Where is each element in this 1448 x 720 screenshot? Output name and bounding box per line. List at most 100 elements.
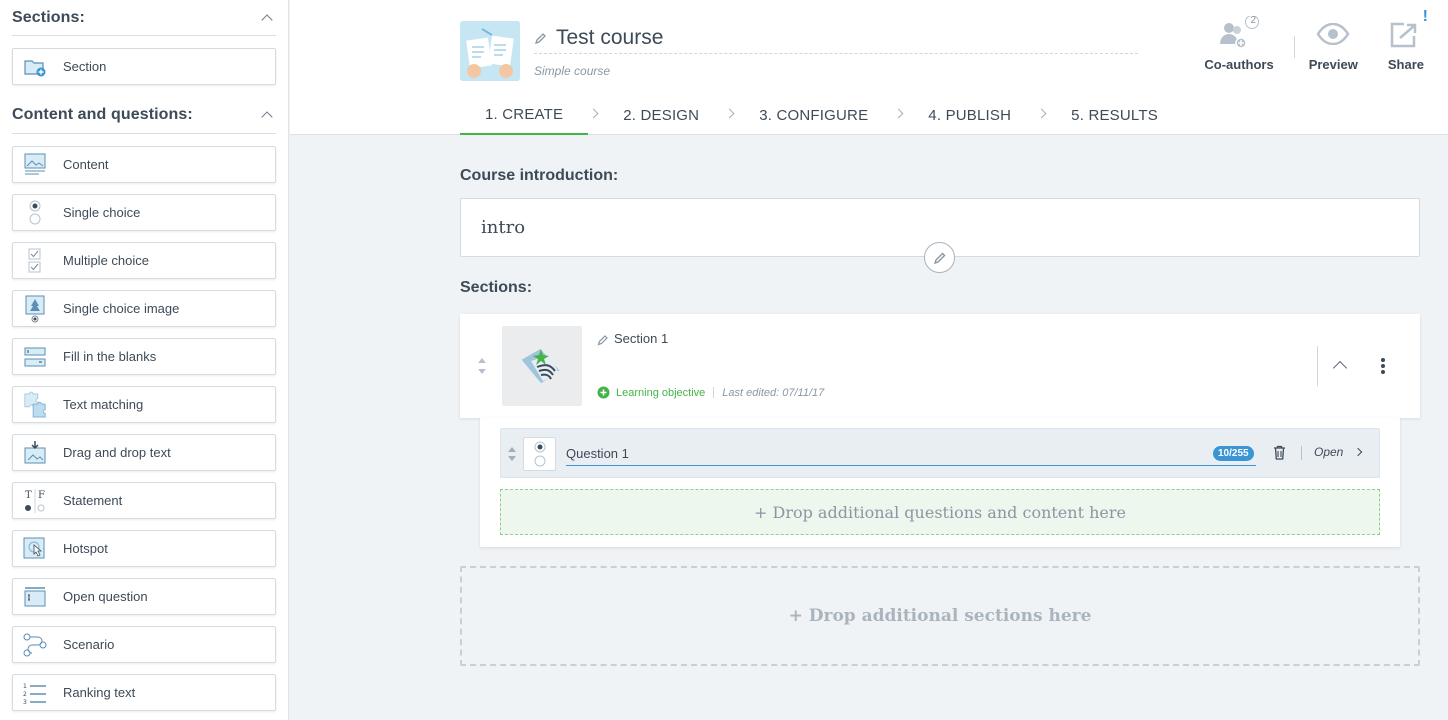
char-counter-badge: 10/255 — [1213, 446, 1254, 461]
true-false-icon: TF — [23, 488, 47, 513]
section-meta: Learning objective Last edited: 07/11/17 — [597, 386, 824, 399]
meta-divider — [713, 387, 715, 398]
open-question-button[interactable]: Open — [1314, 445, 1363, 459]
sidebar-item-open-question[interactable]: Open question — [12, 578, 276, 615]
learning-objective-link[interactable]: Learning objective — [616, 387, 705, 399]
sidebar-item-label: Ranking text — [63, 685, 136, 700]
scenario-icon — [23, 633, 47, 657]
sidebar-item-scenario[interactable]: Scenario — [12, 626, 276, 663]
intro-text: intro — [481, 217, 526, 238]
tab-configure[interactable]: 3. CONFIGURE — [734, 96, 893, 135]
action-divider — [1293, 36, 1295, 58]
sidebar-item-label: Drag and drop text — [63, 445, 171, 460]
section-body: 10/255 Open + Drop additional questions … — [480, 418, 1400, 547]
pencil-icon — [534, 32, 547, 50]
coauthors-button[interactable]: 2 Co-authors — [1204, 15, 1274, 72]
tab-results[interactable]: 5. RESULTS — [1046, 96, 1183, 135]
sidebar-item-ranking[interactable]: 123 Ranking text — [12, 674, 276, 711]
drop-sections-zone[interactable]: + Drop additional sections here — [460, 566, 1420, 666]
sidebar-item-text-matching[interactable]: Text matching — [12, 386, 276, 423]
svg-text:3: 3 — [23, 699, 27, 705]
sections-header[interactable]: Sections: — [12, 0, 276, 36]
question-row: 10/255 Open — [500, 428, 1380, 478]
ranking-icon: 123 — [23, 681, 47, 705]
sidebar-item-drag-drop[interactable]: Drag and drop text — [12, 434, 276, 471]
sidebar-item-label: Hotspot — [63, 541, 108, 556]
workflow-tabs: 1. CREATE 2. DESIGN 3. CONFIGURE 4. PUBL… — [460, 96, 1183, 135]
sidebar-item-label: Section — [63, 59, 107, 74]
content-image-icon — [23, 153, 47, 177]
svg-text:F: F — [38, 490, 45, 501]
preview-button[interactable]: Preview — [1309, 16, 1358, 72]
open-label: Open — [1314, 445, 1344, 459]
add-circle-icon — [597, 386, 610, 399]
more-options-icon[interactable] — [1378, 356, 1388, 376]
section-thumbnail[interactable] — [502, 326, 582, 406]
sidebar-item-label: Open question — [63, 589, 148, 604]
trash-icon[interactable] — [1273, 445, 1286, 465]
sidebar-item-fill-blanks[interactable]: Fill in the blanks — [12, 338, 276, 375]
tab-design[interactable]: 2. DESIGN — [598, 96, 724, 135]
svg-text:2: 2 — [23, 691, 27, 698]
drag-handle-icon[interactable] — [507, 446, 517, 467]
edit-intro-button[interactable] — [924, 242, 955, 273]
single-choice-image-icon — [23, 295, 47, 322]
chevron-right-icon — [588, 92, 599, 135]
drag-handle-icon[interactable] — [476, 356, 488, 381]
question-divider — [1301, 446, 1302, 460]
chevron-up-icon[interactable] — [261, 12, 273, 24]
sidebar-item-label: Statement — [63, 493, 123, 508]
single-choice-icon — [523, 437, 556, 471]
course-title: Test course — [556, 26, 664, 49]
course-header: Test course Simple course 2 Co-authors P… — [290, 0, 1448, 135]
preview-label: Preview — [1308, 57, 1358, 72]
collapse-section-button[interactable] — [1330, 356, 1352, 376]
sidebar-item-label: Multiple choice — [63, 253, 149, 268]
course-thumbnail[interactable] — [460, 21, 520, 81]
chevron-right-icon — [724, 92, 735, 135]
svg-text:1: 1 — [23, 683, 27, 690]
sidebar-item-section[interactable]: Section — [12, 48, 276, 85]
tab-publish[interactable]: 4. PUBLISH — [903, 96, 1036, 135]
fill-blanks-icon — [23, 345, 47, 369]
sidebar-item-label: Scenario — [63, 637, 115, 652]
header-actions: 2 Co-authors Preview ! Share — [1174, 8, 1428, 72]
tab-create[interactable]: 1. CREATE — [460, 96, 589, 135]
chevron-up-icon[interactable] — [261, 109, 273, 121]
sidebar-item-label: Fill in the blanks — [63, 349, 157, 364]
multiple-choice-icon — [23, 248, 47, 273]
last-edited: Last edited: 07/11/17 — [722, 386, 825, 399]
content-header-title: Content and questions: — [12, 105, 193, 123]
drop-questions-zone[interactable]: + Drop additional questions and content … — [500, 489, 1380, 535]
open-question-icon — [23, 585, 47, 609]
pencil-icon — [933, 252, 945, 264]
share-badge: ! — [1422, 8, 1428, 25]
sidebar: Sections: Section Content and questions:… — [0, 0, 289, 720]
sections-header-title: Sections: — [12, 8, 85, 26]
sidebar-item-content[interactable]: Content — [12, 146, 276, 183]
course-title-field[interactable]: Test course — [534, 24, 1138, 54]
coauthors-icon: 2 — [1215, 15, 1263, 52]
sections-label: Sections: — [460, 279, 533, 296]
sidebar-item-label: Single choice — [63, 205, 141, 220]
sidebar-item-statement[interactable]: TF Statement — [12, 482, 276, 519]
svg-text:T: T — [25, 490, 32, 501]
share-icon: ! — [1388, 8, 1428, 52]
chevron-right-icon — [1354, 447, 1363, 457]
content-header[interactable]: Content and questions: — [12, 96, 276, 134]
single-choice-icon — [23, 200, 47, 225]
sidebar-item-single-choice-image[interactable]: Single choice image — [12, 290, 276, 327]
share-button[interactable]: ! Share — [1388, 8, 1428, 72]
sidebar-item-hotspot[interactable]: Hotspot — [12, 530, 276, 567]
drag-drop-icon — [23, 440, 47, 465]
sidebar-item-single-choice[interactable]: Single choice — [12, 194, 276, 231]
coauthors-count: 2 — [1250, 15, 1257, 26]
hotspot-icon — [23, 537, 47, 561]
question-title-input[interactable] — [566, 442, 1256, 466]
sidebar-item-label: Content — [63, 157, 109, 172]
folder-add-icon — [23, 55, 47, 79]
course-type: Simple course — [534, 64, 611, 78]
sidebar-item-multiple-choice[interactable]: Multiple choice — [12, 242, 276, 279]
coauthors-label: Co-authors — [1204, 57, 1274, 72]
section-title[interactable]: Section 1 — [614, 331, 668, 346]
